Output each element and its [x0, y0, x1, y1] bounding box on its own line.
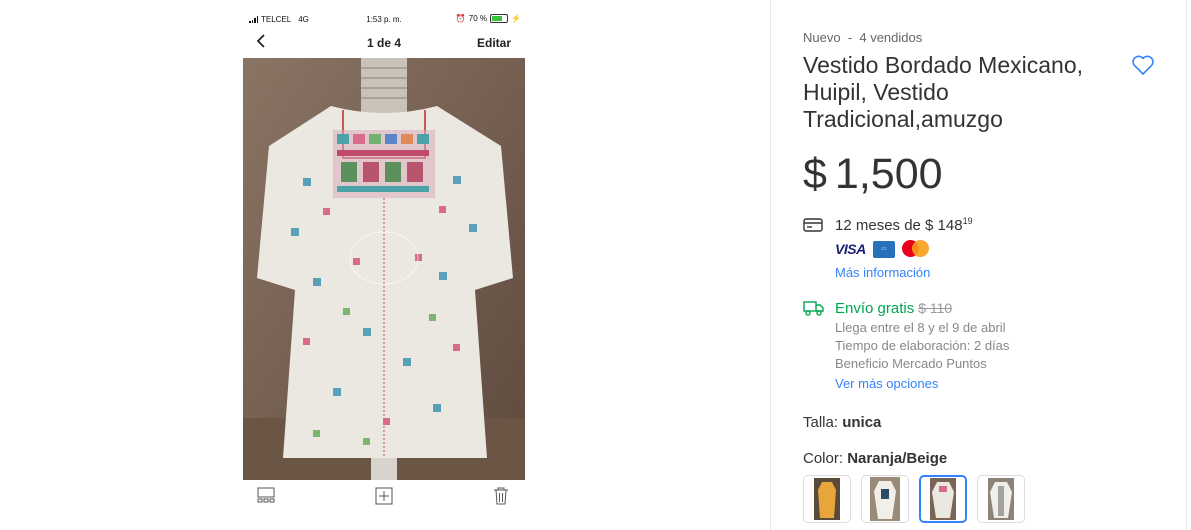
charging-icon: ⚡	[511, 14, 521, 23]
grid-icon[interactable]	[257, 487, 275, 508]
arrival-date: Llega entre el 8 y el 9 de abril	[835, 320, 1006, 335]
trash-icon[interactable]	[493, 487, 509, 510]
points-benefit: Beneficio Mercado Puntos	[835, 356, 987, 371]
product-gallery: TELCEL 4G 1:53 p. m. ⏰ 70 % ⚡ 1 de 4 Edi…	[0, 0, 770, 530]
variant-thumbnail[interactable]	[803, 475, 851, 523]
phone-nav-bar: 1 de 4 Editar	[243, 30, 525, 56]
status-bar: TELCEL 4G 1:53 p. m. ⏰ 70 % ⚡	[243, 8, 525, 30]
color-label: Color:	[803, 450, 844, 467]
payment-cards: VISA ▭	[835, 240, 930, 258]
shipping-old-price: $ 110	[918, 300, 953, 316]
panel-border	[1186, 0, 1187, 530]
color-value: Naranja/Beige	[847, 450, 948, 467]
panel-divider	[770, 0, 771, 530]
processing-time: Tiempo de elaboración: 2 días	[835, 338, 1010, 353]
more-options-link[interactable]: Ver más opciones	[835, 376, 938, 391]
battery-icon	[490, 14, 509, 23]
more-info-link[interactable]: Más información	[835, 265, 930, 280]
edit-button[interactable]: Editar	[477, 36, 511, 50]
dress-image	[243, 58, 525, 480]
size-selector: Talla: unica	[803, 414, 881, 431]
heart-icon[interactable]	[1131, 54, 1155, 81]
variant-thumbnail[interactable]	[861, 475, 909, 523]
credit-card-icon	[803, 217, 823, 238]
product-title: Vestido Bordado Mexicano, Huipil, Vestid…	[803, 52, 1084, 132]
condition-sold-count: Nuevo - 4 vendidos	[803, 30, 923, 45]
free-shipping: Envío gratis $ 110	[835, 300, 952, 317]
battery-percent: 70 %	[468, 14, 488, 23]
price-currency: $	[803, 150, 827, 198]
size-label: Talla:	[803, 414, 839, 431]
variant-thumbnail-selected[interactable]	[919, 475, 967, 523]
battery-status: ⏰ 70 % ⚡	[456, 14, 521, 23]
variant-thumbnail[interactable]	[977, 475, 1025, 523]
price-amount: 1,500	[834, 150, 943, 198]
color-selector: Color: Naranja/Beige	[803, 450, 947, 467]
visa-logo: VISA	[835, 241, 866, 257]
installments-text: 12 meses de $ 14819	[835, 216, 973, 234]
installments-cents: 19	[962, 216, 973, 226]
installments-prefix: 12 meses de $ 148	[835, 217, 963, 234]
variant-thumbnails	[803, 475, 1025, 523]
alarm-icon: ⏰	[455, 14, 466, 23]
free-shipping-label: Envío gratis	[835, 300, 915, 317]
size-value: unica	[842, 414, 882, 431]
mastercard-logo	[901, 240, 930, 258]
product-price: $ 1,500	[803, 150, 943, 199]
plus-square-icon[interactable]	[375, 487, 393, 510]
amex-logo: ▭	[872, 240, 895, 258]
phone-screenshot[interactable]: TELCEL 4G 1:53 p. m. ⏰ 70 % ⚡ 1 de 4 Edi…	[243, 8, 525, 523]
truck-icon	[803, 300, 825, 321]
product-photo[interactable]	[243, 58, 525, 480]
phone-toolbar	[243, 483, 525, 523]
